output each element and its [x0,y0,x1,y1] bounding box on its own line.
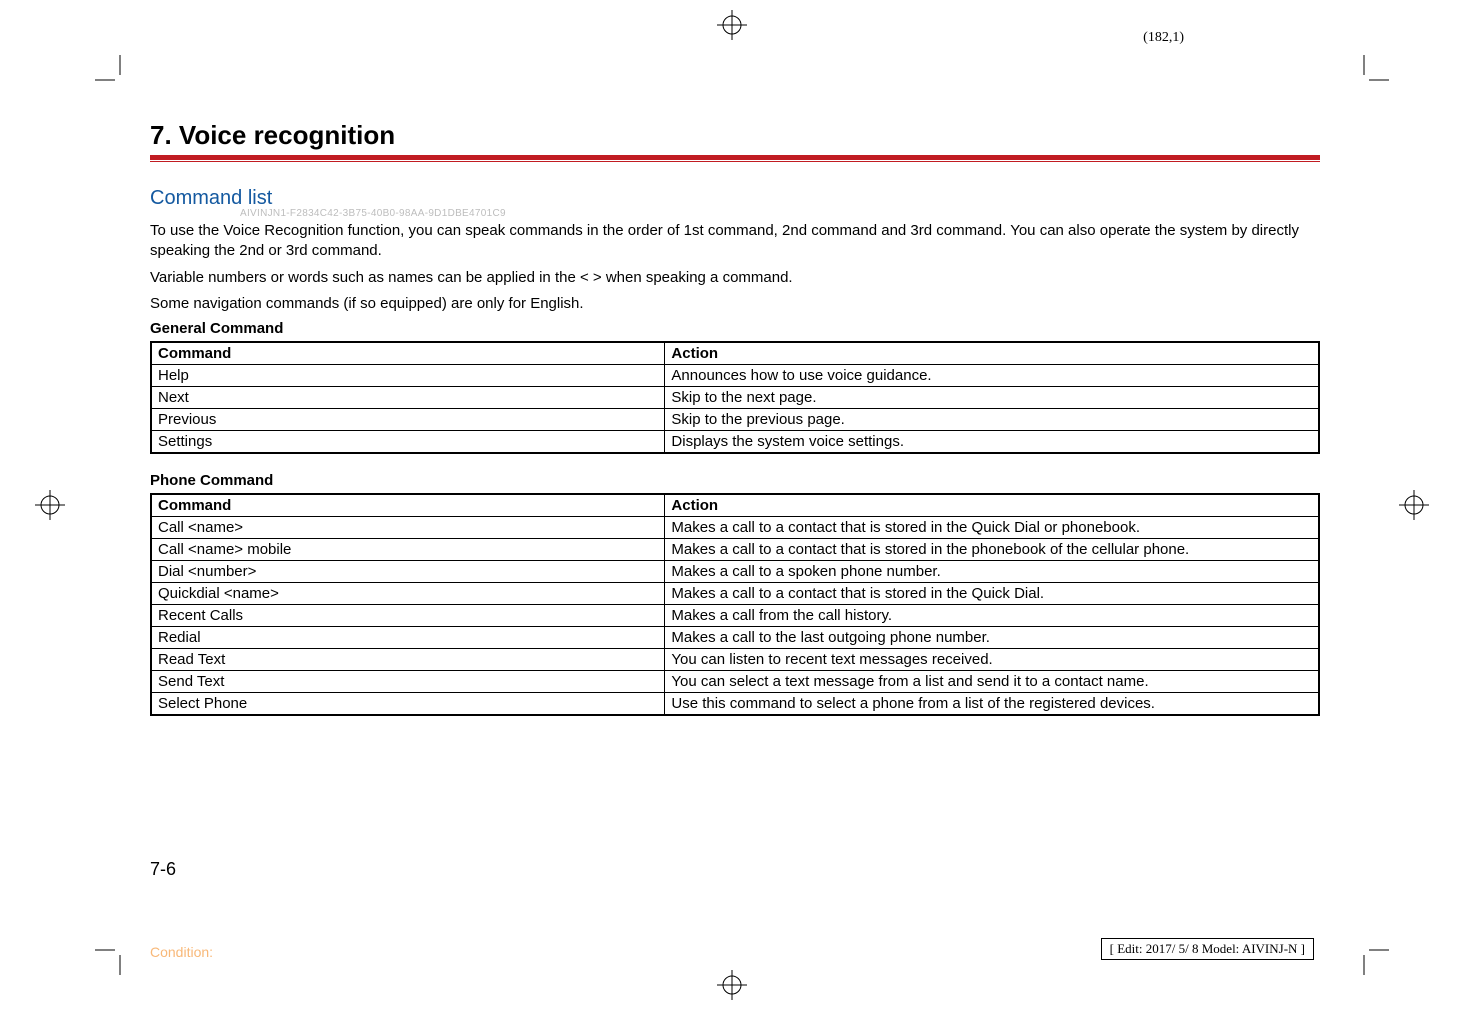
body-paragraph: To use the Voice Recognition function, y… [150,221,1320,262]
phone-command-table: Command Action Call <name>Makes a call t… [150,493,1320,716]
table-cell: Read Text [151,649,665,671]
table-row: NextSkip to the next page. [151,387,1319,409]
red-rule-icon [150,155,1320,163]
table-row: Call <name> mobileMakes a call to a cont… [151,539,1319,561]
table-row: Read TextYou can listen to recent text m… [151,649,1319,671]
table-cell: You can listen to recent text messages r… [665,649,1319,671]
table-cell: You can select a text message from a lis… [665,671,1319,693]
table-header: Command [151,342,665,365]
table-cell: Makes a call to a contact that is stored… [665,517,1319,539]
table-row: Quickdial <name>Makes a call to a contac… [151,583,1319,605]
table-cell: Makes a call to a contact that is stored… [665,539,1319,561]
body-paragraph: Some navigation commands (if so equipped… [150,294,1320,314]
table-cell: Call <name> mobile [151,539,665,561]
table-cell: Settings [151,431,665,454]
table-header-row: Command Action [151,342,1319,365]
table-cell: Call <name> [151,517,665,539]
table-cell: Dial <number> [151,561,665,583]
crop-mark-icon [95,925,125,955]
crop-mark-icon [1339,55,1369,85]
table-cell: Previous [151,409,665,431]
table-row: Send TextYou can select a text message f… [151,671,1319,693]
phone-command-heading: Phone Command [150,472,1320,489]
table-cell: Displays the system voice settings. [665,431,1319,454]
table-cell: Send Text [151,671,665,693]
table-cell: Quickdial <name> [151,583,665,605]
table-cell: Makes a call to the last outgoing phone … [665,627,1319,649]
table-cell: Help [151,365,665,387]
table-row: HelpAnnounces how to use voice guidance. [151,365,1319,387]
table-cell: Next [151,387,665,409]
table-row: RedialMakes a call to the last outgoing … [151,627,1319,649]
page-content: 7. Voice recognition Command list AIVINJ… [150,120,1320,734]
table-cell: Makes a call from the call history. [665,605,1319,627]
table-row: Call <name>Makes a call to a contact tha… [151,517,1319,539]
crop-mark-icon [95,55,125,85]
general-command-heading: General Command [150,320,1320,337]
page-number: 7-6 [150,859,176,880]
body-paragraph: Variable numbers or words such as names … [150,268,1320,288]
general-command-table: Command Action HelpAnnounces how to use … [150,341,1320,454]
chapter-title: 7. Voice recognition [150,120,1320,151]
registration-mark-icon [717,10,747,40]
registration-mark-icon [35,490,65,520]
table-cell: Makes a call to a contact that is stored… [665,583,1319,605]
table-cell: Announces how to use voice guidance. [665,365,1319,387]
table-cell: Use this command to select a phone from … [665,693,1319,716]
edit-info: [ Edit: 2017/ 5/ 8 Model: AIVINJ-N ] [1101,938,1314,960]
table-cell: Recent Calls [151,605,665,627]
page-coord: (182,1) [1143,30,1184,46]
table-cell: Redial [151,627,665,649]
table-cell: Select Phone [151,693,665,716]
section-title: Command list [150,187,1320,210]
registration-mark-icon [1399,490,1429,520]
table-cell: Skip to the previous page. [665,409,1319,431]
crop-mark-icon [1339,925,1369,955]
condition-label: Condition: [150,944,213,960]
table-row: PreviousSkip to the previous page. [151,409,1319,431]
document-id: AIVINJN1-F2834C42-3B75-40B0-98AA-9D1DBE4… [240,208,1320,219]
table-row: Recent CallsMakes a call from the call h… [151,605,1319,627]
registration-mark-icon [717,970,747,1000]
table-header: Command [151,494,665,517]
table-cell: Skip to the next page. [665,387,1319,409]
table-row: Dial <number>Makes a call to a spoken ph… [151,561,1319,583]
table-cell: Makes a call to a spoken phone number. [665,561,1319,583]
table-header: Action [665,342,1319,365]
table-header-row: Command Action [151,494,1319,517]
table-row: Select PhoneUse this command to select a… [151,693,1319,716]
table-header: Action [665,494,1319,517]
table-row: SettingsDisplays the system voice settin… [151,431,1319,454]
